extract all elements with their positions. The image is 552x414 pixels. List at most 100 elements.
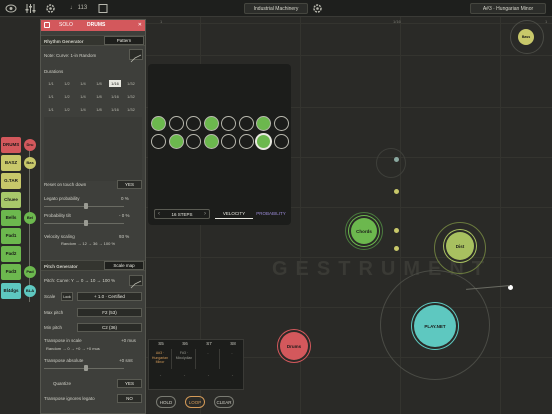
duration-cell[interactable]: 1/32	[125, 93, 137, 100]
reset-toggle[interactable]: YES	[117, 180, 142, 189]
duration-cell[interactable]: 1/16	[109, 93, 121, 100]
step-button[interactable]	[168, 134, 184, 149]
scale-lock-button[interactable]: Lock	[61, 292, 73, 301]
eye-icon[interactable]	[5, 3, 17, 14]
duration-cell[interactable]: 1/1	[45, 80, 57, 87]
track-node-9[interactable]: BLA	[24, 285, 36, 297]
chords-node[interactable]: Chords	[351, 218, 377, 244]
duration-cell[interactable]: 1/4	[77, 80, 89, 87]
legato-ignore-toggle[interactable]: NO	[117, 394, 142, 403]
rhythm-section: Rhythm Generator Pattern	[41, 35, 145, 46]
tempo-display[interactable]: ♩ 113	[70, 3, 87, 14]
gear-icon[interactable]	[45, 3, 56, 14]
trs-range: Random → 0 → +0 → +0 mus	[46, 346, 100, 351]
max-pitch-select[interactable]: F2 (53)	[77, 308, 142, 317]
scene-cell[interactable]: -	[221, 349, 244, 369]
drums-node[interactable]: Drums	[280, 332, 308, 360]
step-button[interactable]	[151, 134, 166, 149]
steps-selector[interactable]: ‹ 16 STEPS ›	[154, 209, 210, 219]
step-button[interactable]	[186, 134, 201, 149]
step-button[interactable]	[238, 116, 254, 131]
step-button[interactable]	[203, 116, 219, 131]
track-4[interactable]: Chuee	[1, 192, 21, 208]
duration-cell[interactable]: 1/32	[125, 106, 137, 113]
rhythm-mode-button[interactable]: Pattern	[104, 36, 144, 45]
key-scale-pill[interactable]: A#3 · Hungarian Minor	[470, 3, 546, 14]
mixer-icon[interactable]	[25, 3, 36, 14]
duration-cell[interactable]: 1/8	[93, 80, 105, 87]
duration-cell[interactable]: 1/2	[61, 80, 73, 87]
duration-cell[interactable]: 1/32	[125, 80, 137, 87]
quantize-toggle[interactable]: YES	[117, 379, 142, 388]
scene-header: S8	[230, 341, 236, 346]
chevron-right-icon[interactable]: ›	[204, 210, 206, 219]
scene-cell[interactable]: -	[197, 373, 220, 387]
track-2[interactable]: BASZ	[1, 155, 21, 171]
scale-select[interactable]: + 1.0 · Certified	[77, 292, 142, 301]
duration-cell[interactable]: 1/16	[109, 80, 121, 87]
song-name-pill[interactable]: Industrial Machinery	[244, 3, 308, 14]
step-button[interactable]	[238, 134, 254, 149]
play-node[interactable]: PLAY.NET	[414, 305, 456, 347]
step-button[interactable]	[168, 116, 184, 131]
hold-button[interactable]: HOLD	[156, 396, 176, 408]
menu-icon[interactable]	[44, 22, 50, 28]
node-dot[interactable]	[394, 246, 399, 251]
track-3[interactable]: G.TAR	[1, 173, 21, 189]
pitch-mode-button[interactable]: Scale map	[104, 261, 144, 270]
node-dot[interactable]	[394, 157, 399, 162]
scene-cell[interactable]: -	[149, 373, 172, 387]
duration-cell[interactable]: 1/8	[93, 106, 105, 113]
duration-cell[interactable]: 1/2	[61, 106, 73, 113]
track-5[interactable]: Bells	[1, 210, 21, 226]
prob-handle[interactable]	[84, 220, 88, 226]
scene-cell[interactable]: -	[197, 349, 220, 369]
scene-cell[interactable]: A#3 · Hungarian Minor	[149, 349, 172, 369]
step-button[interactable]	[221, 116, 236, 131]
scene-cell[interactable]: F#3 · Mixolydian	[173, 349, 196, 369]
duration-cell[interactable]: 1/1	[45, 106, 57, 113]
curve-icon[interactable]	[129, 49, 143, 63]
duration-cell[interactable]: 1/1	[45, 93, 57, 100]
min-pitch-select[interactable]: C2 (36)	[77, 323, 142, 332]
gear-icon[interactable]	[312, 3, 323, 14]
solo-button[interactable]: SOLO	[59, 20, 73, 31]
close-icon[interactable]: ✕	[138, 20, 142, 31]
scene-cell[interactable]: -	[221, 373, 244, 387]
clear-button[interactable]: CLEAR	[214, 396, 234, 408]
duration-cell[interactable]: 1/4	[77, 106, 89, 113]
loop-button[interactable]: LOOP	[185, 396, 205, 408]
step-button[interactable]	[203, 134, 219, 149]
tra-handle[interactable]	[84, 365, 88, 371]
step-button[interactable]	[256, 134, 271, 149]
step-button[interactable]	[256, 116, 271, 131]
track-node-5[interactable]: Bel	[24, 212, 36, 224]
track-7[interactable]: Pad2	[1, 246, 21, 262]
track-9[interactable]: Bl4dgs	[1, 283, 21, 299]
track-1[interactable]: DRUMS	[1, 137, 21, 153]
step-button[interactable]	[186, 116, 201, 131]
track-node-1[interactable]: Dru	[24, 139, 36, 151]
curve-icon[interactable]	[129, 275, 143, 289]
step-button[interactable]	[151, 116, 166, 131]
track-6[interactable]: Pad1	[1, 228, 21, 244]
tab-velocity[interactable]: VELOCITY	[215, 210, 253, 219]
tab-probability[interactable]: PROBABILITY	[252, 210, 290, 218]
step-button[interactable]	[221, 134, 236, 149]
duration-cell[interactable]: 1/4	[77, 93, 89, 100]
scene-cell[interactable]: -	[173, 373, 196, 387]
duration-cell[interactable]: 1/2	[61, 93, 73, 100]
track-node-8[interactable]: Pad	[24, 266, 36, 278]
dist-node[interactable]: Dist	[446, 232, 474, 260]
legato-handle[interactable]	[84, 203, 88, 209]
step-button[interactable]	[273, 134, 289, 149]
step-button[interactable]	[273, 116, 289, 131]
track-8[interactable]: Pad3	[1, 264, 21, 280]
track-node-2[interactable]: Bas	[24, 157, 36, 169]
node-dot[interactable]	[394, 228, 399, 233]
duration-cell[interactable]: 1/16	[109, 106, 121, 113]
top-node[interactable]: Bass	[518, 29, 534, 45]
duration-cell[interactable]: 1/8	[93, 93, 105, 100]
stop-icon[interactable]	[98, 3, 108, 14]
node-dot[interactable]	[394, 189, 399, 194]
